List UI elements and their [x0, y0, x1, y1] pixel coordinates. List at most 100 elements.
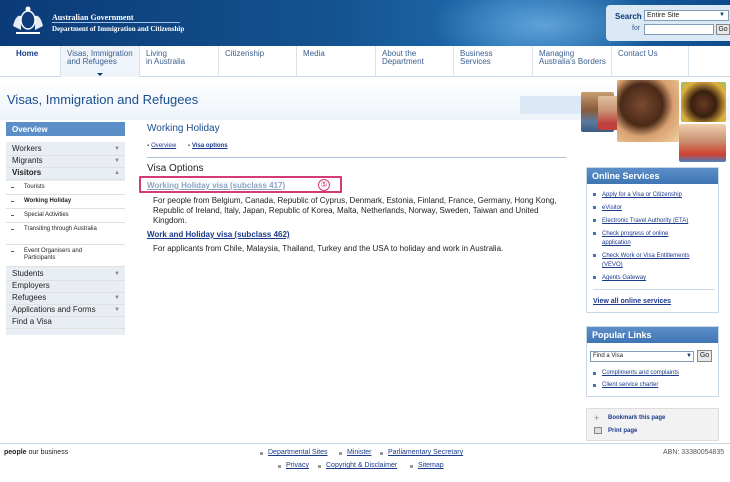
nav-active-caret-icon: [97, 73, 103, 76]
link-service-charter[interactable]: Client service charter: [602, 381, 658, 389]
footer-link-copyright[interactable]: Copyright & Disclaimer: [326, 462, 397, 469]
dept-title: Department of Immigration and Citizenshi…: [52, 25, 185, 33]
menu-item-working-holiday[interactable]: Working Holiday: [6, 195, 125, 209]
header-divider: [52, 22, 180, 23]
popular-go-button[interactable]: Go: [697, 350, 712, 362]
gov-title: Australian Government: [52, 13, 134, 22]
nav-home-label: Home: [16, 49, 39, 58]
site-header: Australian Government Department of Immi…: [0, 0, 730, 46]
menu-item-special-activities[interactable]: Special Activities: [6, 209, 125, 223]
search-go-button[interactable]: Go: [716, 24, 730, 35]
visa-options-title: Visa Options: [147, 163, 204, 174]
bullet-icon: [11, 201, 14, 202]
nav-about[interactable]: About the Department: [375, 46, 453, 77]
search-scope-select[interactable]: Entire Site ▼: [644, 10, 729, 21]
nav-living[interactable]: Living in Australia: [139, 46, 218, 77]
footer-link-parliamentary-secretary[interactable]: Parliamentary Secretary: [388, 449, 463, 456]
photo-girl: [681, 82, 726, 122]
annotation-badge: ⑤: [318, 179, 330, 191]
menu-item-event-organisers[interactable]: Event Organisers and Participants: [6, 245, 125, 267]
menu-item-label: Applications and Forms: [12, 305, 96, 314]
bullet-icon: [11, 215, 14, 216]
chevron-down-icon: ▼: [114, 158, 120, 164]
photo-family: [679, 124, 726, 162]
link-agents-gateway[interactable]: Agents Gateway: [602, 274, 646, 282]
menu-item-migrants[interactable]: Migrants ▼: [6, 156, 125, 168]
footer-link-departmental-sites[interactable]: Departmental Sites: [268, 449, 328, 456]
link-eta[interactable]: Electronic Travel Authority (ETA): [602, 217, 688, 225]
visa-417-link[interactable]: Working Holiday visa (subclass 417): [147, 181, 285, 190]
menu-item-tourists[interactable]: Tourists: [6, 181, 125, 195]
link-apply-visa[interactable]: Apply for a Visa or Citizenship: [602, 191, 682, 199]
footer-link-sitemap[interactable]: Sitemap: [418, 462, 444, 469]
popular-links-title: Popular Links: [587, 327, 718, 343]
online-services-title: Online Services: [587, 168, 718, 184]
visa-417-description: For people from Belgium, Canada, Republi…: [153, 196, 557, 225]
bullet-icon: [593, 193, 596, 196]
search-scope-value: Entire Site: [647, 12, 680, 19]
nav-citizenship[interactable]: Citizenship: [218, 46, 296, 77]
nav-about-line2: Department: [382, 57, 424, 66]
menu-item-label: Event Organisers and Participants: [24, 248, 83, 261]
left-menu-overview[interactable]: Overview: [6, 122, 125, 136]
menu-item-students[interactable]: Students ▼: [6, 269, 125, 281]
bullet-icon: [11, 187, 14, 188]
menu-item-label: Workers: [12, 144, 42, 153]
popular-select-value: Find a Visa: [593, 353, 623, 359]
section-heading: Working Holiday: [147, 123, 220, 134]
nav-borders-line2: Australia's Borders: [539, 57, 606, 66]
bullet-icon: [593, 276, 596, 279]
visa-462-link[interactable]: Work and Holiday visa (subclass 462): [147, 230, 290, 239]
link-vevo[interactable]: Check Work or Visa Entitlements: [602, 252, 689, 260]
link-check-progress[interactable]: Check progress of online: [602, 230, 668, 238]
search-input[interactable]: [644, 24, 714, 35]
footer-logo: people our business: [4, 449, 68, 456]
nav-contact[interactable]: Contact Us: [611, 46, 689, 77]
link-check-progress-2[interactable]: application: [602, 239, 631, 247]
coat-of-arms-logo[interactable]: [10, 6, 46, 38]
footer-logo-rest: our business: [26, 449, 69, 456]
bullet-icon: [593, 206, 596, 209]
main-nav: Home Visas, Immigration and Refugees Livi…: [0, 46, 730, 77]
breadcrumb: ▪ Overview ▪ Visa options: [147, 143, 228, 149]
menu-item-refugees[interactable]: Refugees ▼: [6, 293, 125, 305]
nav-home[interactable]: Home: [10, 46, 60, 77]
nav-media[interactable]: Media: [296, 46, 375, 77]
link-compliments[interactable]: Compliments and complaints: [602, 369, 679, 377]
bullet-icon: [410, 465, 413, 468]
link-vevo-2[interactable]: (VEVO): [602, 261, 623, 269]
popular-links-select[interactable]: Find a Visa ▼: [590, 351, 694, 362]
menu-item-visitors[interactable]: Visitors ▲: [6, 168, 125, 180]
menu-item-employers[interactable]: Employers: [6, 281, 125, 293]
bullet-icon: [278, 465, 281, 468]
photo-mother-child: [617, 80, 679, 142]
menu-item-label: Tourists: [24, 184, 45, 190]
search-panel: Search Entire Site ▼ for Go: [606, 5, 730, 41]
search-for-label: for: [632, 25, 641, 32]
breadcrumb-visa-options[interactable]: Visa options: [192, 143, 228, 149]
nav-borders[interactable]: Managing Australia's Borders: [532, 46, 611, 77]
menu-item-label: Employers: [12, 281, 50, 290]
menu-item-find-visa[interactable]: Find a Visa: [6, 317, 125, 329]
menu-item-label: Find a Visa: [12, 317, 52, 326]
menu-item-transiting[interactable]: Transiting through Australia: [6, 223, 125, 245]
view-all-services-link[interactable]: View all online services: [593, 298, 671, 305]
menu-item-label: Working Holiday: [24, 198, 72, 204]
nav-visas-line2: and Refugees: [67, 57, 117, 66]
footer-link-privacy[interactable]: Privacy: [286, 462, 309, 469]
chevron-down-icon: ▼: [114, 271, 120, 277]
footer-logo-bold: people: [4, 449, 27, 456]
visa-462-description: For applicants from Chile, Malaysia, Tha…: [153, 244, 504, 253]
menu-item-workers[interactable]: Workers ▼: [6, 144, 125, 156]
breadcrumb-overview[interactable]: Overview: [151, 143, 176, 149]
footer-link-minister[interactable]: Minister: [347, 449, 372, 456]
link-evisitor[interactable]: eVisitor: [602, 204, 622, 212]
bullet-icon: [318, 465, 321, 468]
divider: [147, 157, 566, 158]
print-link[interactable]: Print page: [608, 428, 637, 434]
nav-business[interactable]: Business Services: [453, 46, 532, 77]
bookmark-link[interactable]: Bookmark this page: [608, 415, 665, 421]
chevron-down-icon: ▼: [114, 307, 120, 313]
menu-item-applications[interactable]: Applications and Forms ▼: [6, 305, 125, 317]
nav-business-line2: Services: [460, 57, 491, 66]
